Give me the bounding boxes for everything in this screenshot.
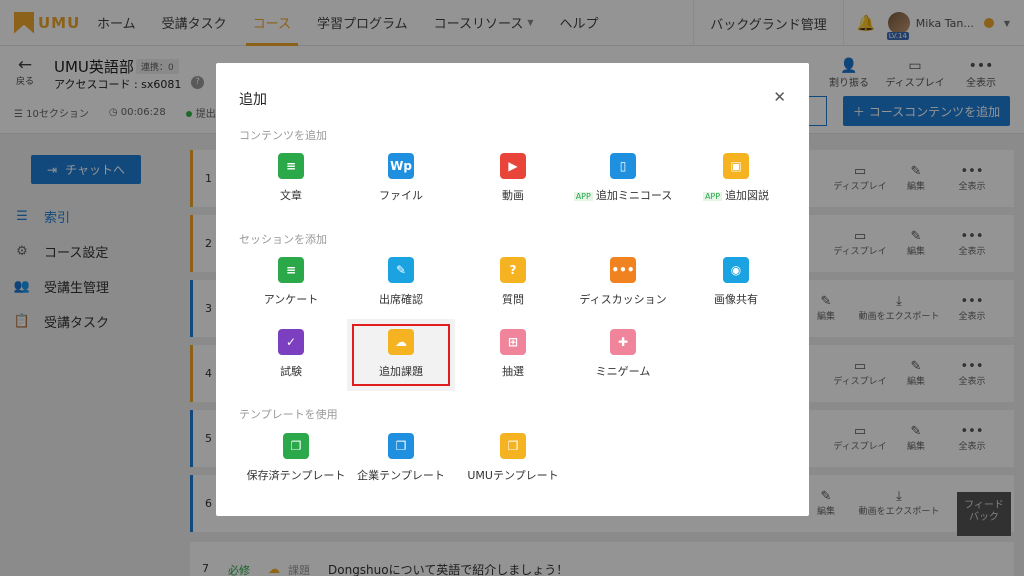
upload-cloud-icon: ☁ [388,329,414,355]
enterprise-template-icon: ❐ [388,433,414,459]
tile-lottery[interactable]: ⊞ 抽選 [459,323,567,389]
tile-umu-template[interactable]: ❐ UMUテンプレート [459,427,567,493]
app-badge: APP [573,192,593,201]
game-icon: ✚ [610,329,636,355]
tile-exam[interactable]: ✓ 試験 [237,323,345,389]
tile-discussion[interactable]: ••• ディスカッション [569,251,677,317]
tile-enterprise-template[interactable]: ❐ 企業テンプレート [347,427,455,493]
tile-mini-game[interactable]: ✚ ミニゲーム [569,323,677,389]
modal-title: 追加 [239,92,267,108]
section-label-use-template: テンプレートを使用 [239,408,338,421]
tile-question[interactable]: ? 質問 [459,251,567,317]
tile-image-share[interactable]: ◉ 画像共有 [682,251,790,317]
tile-survey[interactable]: ≡ アンケート [237,251,345,317]
video-icon: ▶ [500,153,526,179]
illustration-icon: ▣ [723,153,749,179]
gift-icon: ⊞ [500,329,526,355]
mini-course-icon: ▯ [610,153,636,179]
tile-add-assignment[interactable]: ☁ 追加課題 [347,319,455,391]
tile-file[interactable]: Wp ファイル [347,147,455,213]
saved-template-icon: ❐ [283,433,309,459]
file-icon: Wp [388,153,414,179]
close-icon[interactable]: ✕ [773,88,786,106]
add-modal: 追加 ✕ コンテンツを追加 ≡ 文章 Wp ファイル ▶ 動画 ▯ APP 追加ミ… [216,63,809,516]
section-label-add-session: セッションを添加 [239,233,327,246]
attendance-icon: ✎ [388,257,414,283]
question-icon: ? [500,257,526,283]
exam-icon: ✓ [278,329,304,355]
tile-mini-course[interactable]: ▯ APP 追加ミニコース [569,147,677,213]
article-icon: ≡ [278,153,304,179]
camera-icon: ◉ [723,257,749,283]
tile-saved-template[interactable]: ❐ 保存済テンプレート [237,427,355,493]
app-badge: APP [702,192,723,201]
umu-template-icon: ❐ [500,433,526,459]
tile-video[interactable]: ▶ 動画 [459,147,567,213]
tile-article[interactable]: ≡ 文章 [237,147,345,213]
section-label-add-content: コンテンツを追加 [239,129,327,142]
discussion-icon: ••• [610,257,636,283]
tile-attendance[interactable]: ✎ 出席確認 [347,251,455,317]
tile-illustration[interactable]: ▣ APP 追加図説 [682,147,790,213]
survey-icon: ≡ [278,257,304,283]
